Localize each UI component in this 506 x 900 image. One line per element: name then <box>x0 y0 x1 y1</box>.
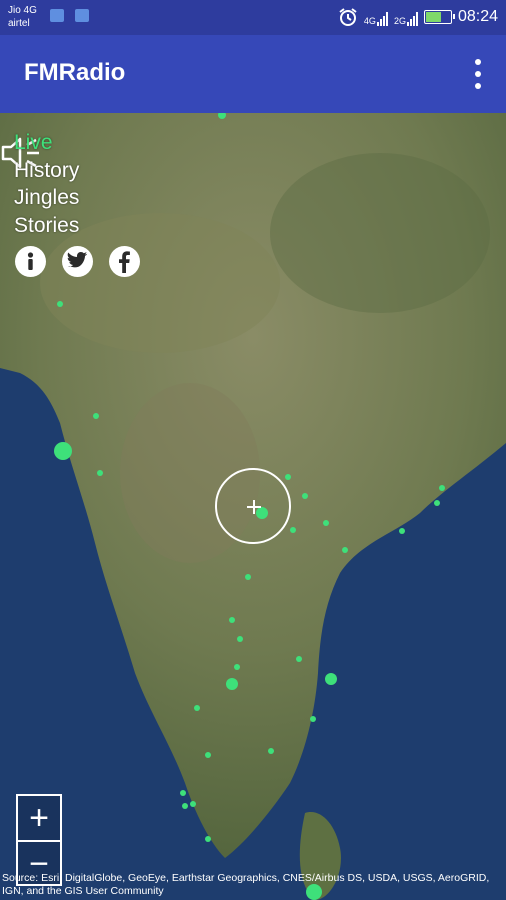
menu-item-history[interactable]: History <box>14 157 79 185</box>
station-marker[interactable] <box>323 520 329 526</box>
nav-menu: Live History Jingles Stories <box>14 129 79 239</box>
station-marker[interactable] <box>237 636 243 642</box>
station-marker[interactable] <box>325 673 337 685</box>
app-title: FMRadio <box>24 59 126 86</box>
map-attribution: Source: Esri, DigitalGlobe, GeoEye, Eart… <box>2 872 490 897</box>
signal-icon: 2G <box>394 8 418 26</box>
status-bar: Jio 4G airtel 4G 2G 08:24 <box>0 0 506 35</box>
station-marker[interactable] <box>310 716 316 722</box>
station-marker[interactable] <box>93 413 99 419</box>
app-bar: FMRadio <box>0 35 506 113</box>
station-marker[interactable] <box>399 528 405 534</box>
more-vert-icon[interactable] <box>472 59 484 89</box>
station-marker[interactable] <box>205 752 211 758</box>
menu-item-jingles[interactable]: Jingles <box>14 184 79 212</box>
carrier-1: Jio 4G <box>8 5 37 16</box>
station-marker[interactable] <box>180 790 186 796</box>
station-marker[interactable] <box>229 617 235 623</box>
network-type-2: 2G <box>393 16 406 26</box>
station-marker[interactable] <box>268 748 274 754</box>
station-marker[interactable] <box>434 500 440 506</box>
station-marker[interactable] <box>57 301 63 307</box>
app-notification-icon <box>75 9 89 22</box>
carrier-2: airtel <box>8 18 30 29</box>
station-marker[interactable] <box>342 547 348 553</box>
station-marker[interactable] <box>182 803 188 809</box>
network-type-1: 4G <box>363 16 376 26</box>
menu-item-stories[interactable]: Stories <box>14 212 79 240</box>
battery-icon <box>423 10 455 24</box>
zoom-in-button[interactable]: + <box>18 796 60 840</box>
station-marker[interactable] <box>285 474 291 480</box>
clock: 08:24 <box>457 8 498 25</box>
station-marker[interactable] <box>54 442 72 460</box>
carrier-label: Jio 4G airtel <box>8 4 37 30</box>
station-marker[interactable] <box>205 836 211 842</box>
crosshair-icon <box>215 468 291 544</box>
info-icon[interactable] <box>15 246 46 277</box>
station-marker[interactable] <box>234 664 240 670</box>
battery-level <box>425 12 442 22</box>
app-notification-icon <box>50 9 64 22</box>
station-marker[interactable] <box>302 493 308 499</box>
menu-item-live[interactable]: Live <box>14 129 79 157</box>
station-marker[interactable] <box>296 656 302 662</box>
signal-icon: 4G <box>364 8 388 26</box>
station-marker[interactable] <box>97 470 103 476</box>
facebook-icon[interactable] <box>109 246 140 277</box>
station-marker[interactable] <box>226 678 238 690</box>
station-marker[interactable] <box>194 705 200 711</box>
social-links <box>15 246 140 277</box>
station-marker[interactable] <box>190 801 196 807</box>
station-marker[interactable] <box>439 485 445 491</box>
twitter-icon[interactable] <box>62 246 93 277</box>
status-icons: 4G 2G 08:24 <box>338 7 498 27</box>
station-marker[interactable] <box>290 527 296 533</box>
station-marker[interactable] <box>245 574 251 580</box>
alarm-icon <box>339 8 357 26</box>
